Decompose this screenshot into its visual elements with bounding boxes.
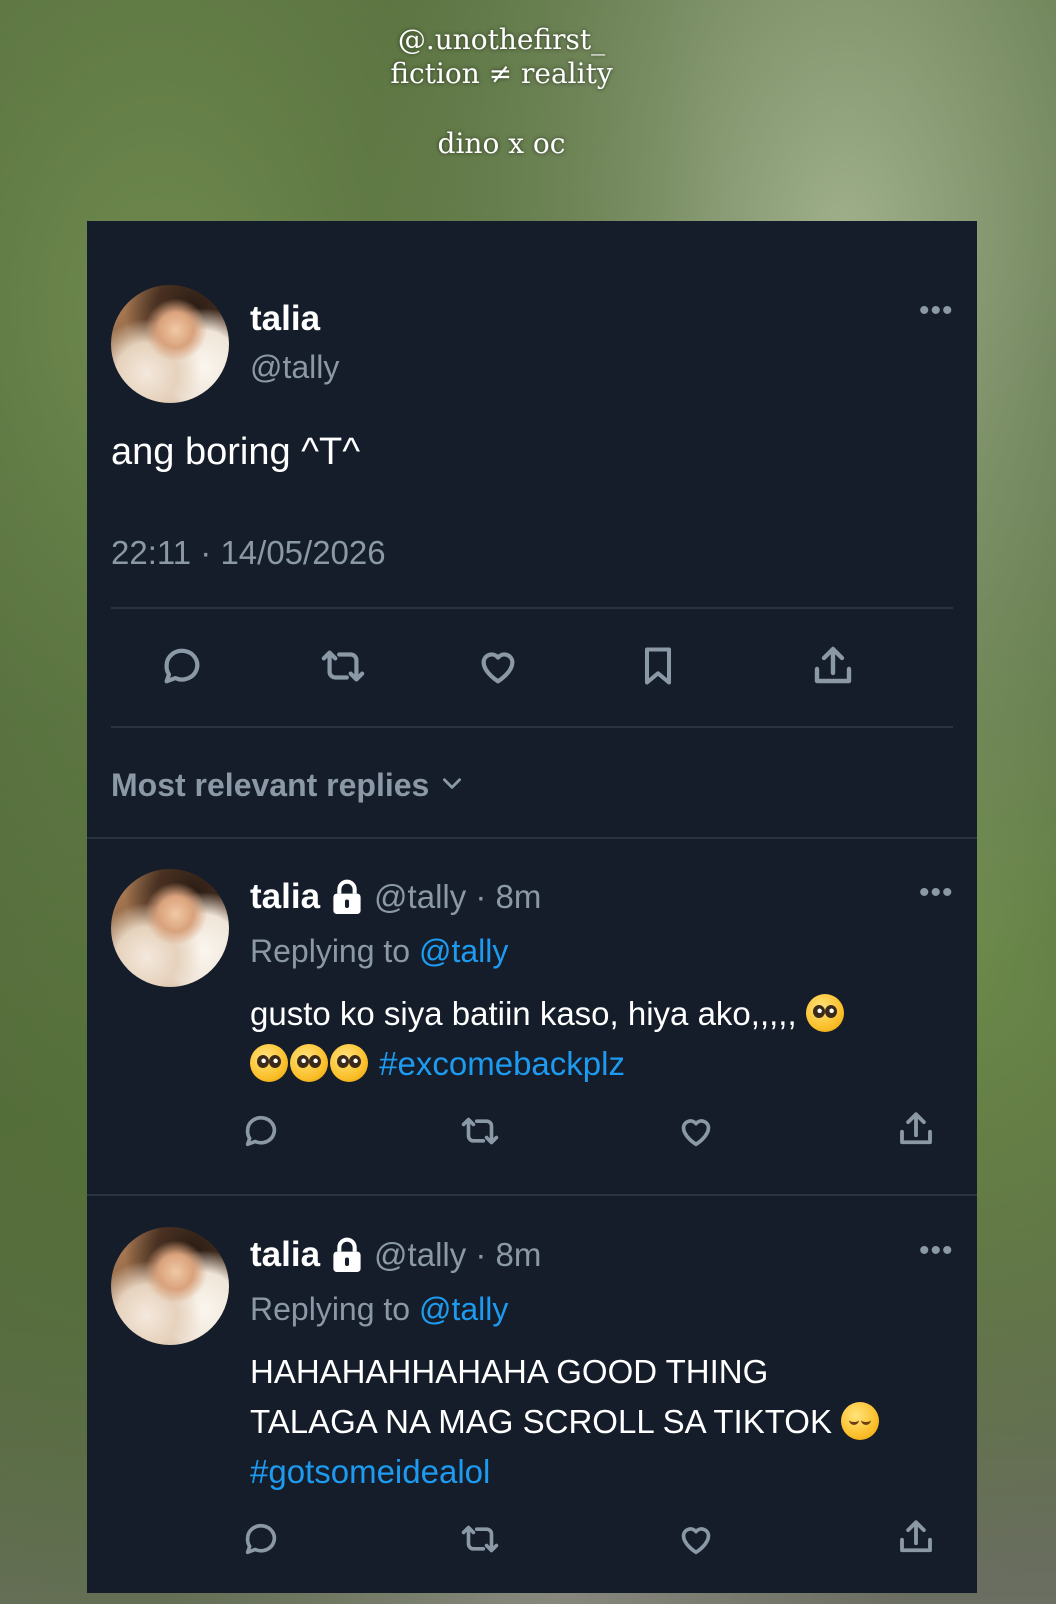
divider [111, 607, 953, 609]
pleading-face-emoji [250, 1044, 288, 1082]
more-options-icon[interactable]: ••• [919, 296, 954, 326]
relieved-face-emoji [841, 1402, 880, 1440]
replying-to: Replying to @tally [250, 1291, 508, 1328]
reply-icon[interactable] [239, 1109, 283, 1153]
author-handle[interactable]: @tally [250, 349, 339, 386]
reply-header: talia @tally · 8m [250, 877, 541, 917]
more-options-icon[interactable]: ••• [919, 878, 954, 908]
replying-prefix: Replying to [250, 1291, 411, 1327]
tweet-card: talia @tally ••• ang boring ^T^ 22:11 · … [87, 221, 977, 1593]
avatar[interactable] [111, 1227, 229, 1345]
replies-sort-label: Most relevant replies [111, 767, 430, 803]
replying-to-link[interactable]: @tally [419, 933, 508, 969]
share-icon[interactable] [893, 1107, 939, 1153]
pleading-face-emoji [330, 1044, 368, 1082]
like-icon[interactable] [674, 1109, 718, 1153]
author-handle-time[interactable]: @tally · 8m [374, 878, 541, 916]
avatar[interactable] [111, 285, 229, 403]
reply-text-line2: TALAGA NA MAG SCROLL SA TIKTOK [250, 1403, 832, 1440]
retweet-icon[interactable] [455, 1517, 505, 1561]
tweet-text: ang boring ^T^ [111, 431, 361, 473]
divider [111, 726, 953, 728]
pleading-face-emoji [290, 1044, 328, 1082]
share-icon[interactable] [805, 641, 861, 693]
pleading-face-emoji [805, 994, 844, 1032]
replying-to-link[interactable]: @tally [419, 1291, 508, 1327]
author-name[interactable]: talia [250, 299, 320, 339]
retweet-icon[interactable] [313, 641, 373, 691]
author-name[interactable]: talia [250, 877, 320, 917]
like-icon[interactable] [473, 641, 523, 691]
share-icon[interactable] [893, 1515, 939, 1561]
reply-icon[interactable] [157, 641, 207, 691]
reply-icon[interactable] [239, 1517, 283, 1561]
overlay-username: @.unothefirst_ [397, 23, 606, 56]
lock-icon [330, 878, 364, 916]
lock-icon [330, 1236, 364, 1274]
reply-text: gusto ko siya batiin kaso, hiya ako,,,,,… [250, 989, 930, 1089]
reply-text-body: gusto ko siya batiin kaso, hiya ako,,,,, [250, 995, 797, 1032]
tweet-timestamp[interactable]: 22:11 · 14/05/2026 [111, 534, 386, 572]
overlay-disclaimer: fiction ≠ reality [390, 57, 613, 90]
more-options-icon[interactable]: ••• [919, 1236, 954, 1266]
overlay-title: dino x oc [437, 127, 566, 160]
like-icon[interactable] [674, 1517, 718, 1561]
reply-header: talia @tally · 8m [250, 1235, 541, 1275]
author-name[interactable]: talia [250, 1235, 320, 1275]
reply-text-line1: HAHAHAHHAHAHA GOOD THING [250, 1353, 769, 1390]
author-handle-time[interactable]: @tally · 8m [374, 1236, 541, 1274]
divider [87, 837, 977, 839]
avatar[interactable] [111, 869, 229, 987]
bookmark-icon[interactable] [633, 641, 683, 691]
hashtag-link[interactable]: #gotsomeidealol [250, 1453, 490, 1490]
replies-sort-dropdown[interactable]: Most relevant replies [111, 767, 465, 804]
reply-text: HAHAHAHHAHAHA GOOD THING TALAGA NA MAG S… [250, 1347, 930, 1497]
replying-prefix: Replying to [250, 933, 411, 969]
hashtag-link[interactable]: #excomebackplz [379, 1045, 625, 1082]
divider [87, 1194, 977, 1196]
retweet-icon[interactable] [455, 1109, 505, 1153]
chevron-down-icon [439, 767, 465, 804]
replying-to: Replying to @tally [250, 933, 508, 970]
